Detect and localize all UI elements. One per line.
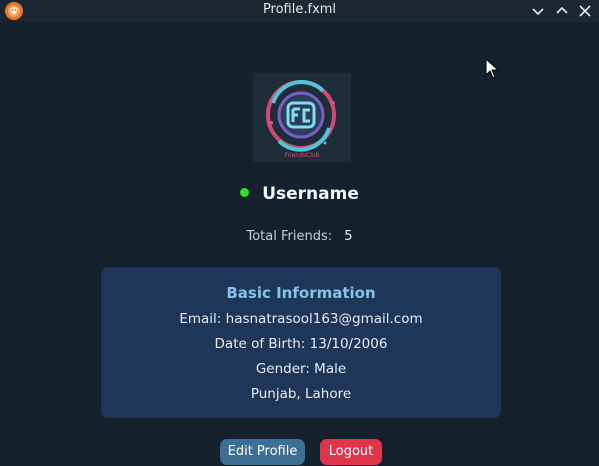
friends-row: Total Friends: 5	[0, 229, 599, 244]
window-title: Profile.fxml	[262, 2, 337, 17]
gender-label: Gender: Male	[255, 361, 347, 377]
online-status-icon	[240, 188, 250, 197]
username-row: Username	[0, 183, 599, 207]
mouse-cursor-icon	[485, 58, 500, 79]
edit-profile-button[interactable]: Edit Profile	[220, 439, 305, 465]
logo-text: FriendsClub	[284, 152, 319, 159]
logout-button[interactable]: Logout	[320, 439, 382, 465]
location-label: Punjab, Lahore	[250, 386, 352, 402]
username-label: Username	[262, 183, 359, 204]
window-titlebar: Profile.fxml	[0, 0, 599, 22]
dob-label: Date of Birth: 13/10/2006	[214, 336, 388, 352]
friends-label: Total Friends:	[246, 229, 333, 244]
maximize-icon[interactable]	[553, 2, 571, 20]
email-label: Email: hasnatrasool163@gmail.com	[179, 311, 423, 327]
minimize-icon[interactable]	[529, 2, 547, 20]
friendsclub-logo: FriendsClub	[253, 73, 351, 162]
card-title: Basic Information	[226, 284, 376, 302]
friends-count: 5	[344, 229, 353, 244]
basic-info-card: Basic Information Email: hasnatrasool163…	[101, 267, 501, 418]
close-icon[interactable]	[576, 2, 594, 20]
